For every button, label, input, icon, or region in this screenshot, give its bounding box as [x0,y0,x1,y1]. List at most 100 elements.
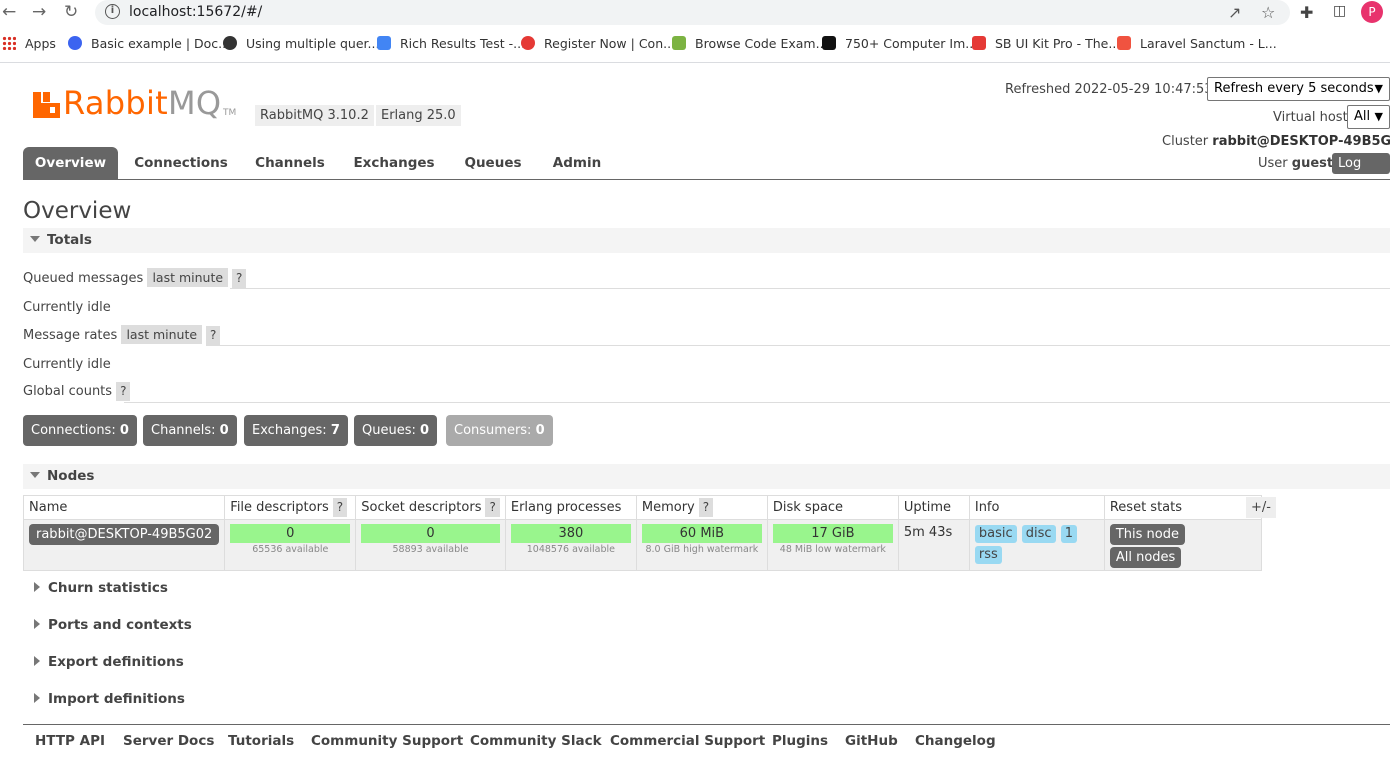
share-icon[interactable]: ↗ [1228,3,1241,22]
star-icon[interactable]: ☆ [1261,3,1275,22]
bookmark-item[interactable]: Register Now | Con... [521,36,675,51]
bookmark-apps[interactable]: Apps [2,36,56,51]
extensions-icon[interactable]: ✚ [1300,3,1313,22]
ports-contexts-toggle[interactable]: Ports and contexts [23,617,192,633]
connections-count-button[interactable]: Connections: 0 [23,415,137,446]
footer-link-github[interactable]: GitHub [845,733,898,749]
queued-idle-text: Currently idle [23,300,111,315]
erlang-processes-cell: 380 1048576 available [504,519,637,571]
rates-range-button[interactable]: last minute [121,325,203,344]
favicon-icon [377,36,391,50]
channels-count-button[interactable]: Channels: 0 [143,415,237,446]
help-icon[interactable]: ? [116,382,131,401]
vhost-select[interactable]: All ▼ [1347,105,1390,129]
column-header: Reset stats [1103,495,1262,520]
tab-overview[interactable]: Overview [23,147,118,179]
footer-link-community-slack[interactable]: Community Slack [470,733,602,749]
bookmark-item[interactable]: 750+ Computer Im... [822,36,977,51]
divider [230,288,1390,289]
help-icon[interactable]: ? [698,498,714,517]
site-info-icon[interactable]: i [105,4,120,19]
nodes-table: Name File descriptors? Socket descriptor… [22,495,1262,571]
favicon-icon [521,36,535,50]
favicon-icon [822,36,836,50]
rabbitmq-logo-icon [33,92,60,118]
footer-link-server-docs[interactable]: Server Docs [123,733,214,749]
bookmarks-bar: Apps Basic example | Doc... Using multip… [0,32,1390,56]
help-icon[interactable]: ? [332,498,348,517]
forward-icon[interactable]: → [32,3,46,21]
info-badge: basic [974,525,1017,543]
rates-idle-text: Currently idle [23,357,111,372]
message-rates-row: Message rates last minute? [23,325,221,345]
reset-all-nodes-button[interactable]: All nodes [1109,547,1182,568]
footer-link-http-api[interactable]: HTTP API [35,733,105,749]
bookmark-item[interactable]: SB UI Kit Pro - The... [972,36,1120,51]
favicon-icon [1117,36,1131,50]
import-definitions-toggle[interactable]: Import definitions [23,691,185,707]
queued-range-button[interactable]: last minute [147,268,229,287]
tab-queues[interactable]: Queues [456,147,530,179]
tab-exchanges[interactable]: Exchanges [348,147,440,179]
column-header: Memory? [635,495,768,520]
info-badge: 1 [1060,525,1077,543]
help-icon[interactable]: ? [232,269,247,288]
exchanges-count-button[interactable]: Exchanges: 7 [244,415,348,446]
triangle-right-icon [34,582,40,592]
main-tabs: Overview Connections Channels Exchanges … [23,147,1390,180]
tab-admin[interactable]: Admin [543,147,611,179]
footer-link-commercial-support[interactable]: Commercial Support [610,733,765,749]
queues-count-button[interactable]: Queues: 0 [354,415,438,446]
footer-link-plugins[interactable]: Plugins [772,733,828,749]
tab-channels[interactable]: Channels [248,147,332,179]
table-row: rabbit@DESKTOP-49B5G02 0 65536 available … [22,519,1262,571]
back-icon[interactable]: ← [2,3,16,21]
tab-connections[interactable]: Connections [126,147,236,179]
disk-space-bar: 17 GiB [772,524,893,543]
reload-icon[interactable]: ↻ [64,3,78,21]
triangle-down-icon [30,236,40,242]
bookmark-item[interactable]: Laravel Sanctum - L... [1117,36,1277,51]
erlang-version-badge: Erlang 25.0 [376,105,461,126]
column-header: Name [22,495,226,520]
triangle-down-icon [30,472,40,478]
triangle-right-icon [34,656,40,666]
consumers-count-button[interactable]: Consumers: 0 [446,415,553,446]
nodes-section-toggle[interactable]: Nodes [23,464,1390,489]
node-name-link[interactable]: rabbit@DESKTOP-49B5G02 [29,524,220,545]
socket-descriptors-cell: 0 58893 available [355,519,506,571]
totals-section-toggle[interactable]: Totals [23,228,1390,253]
rabbitmq-version-badge: RabbitMQ 3.10.2 [255,105,374,126]
side-panel-icon[interactable]: ◫ [1333,3,1346,19]
footer-link-changelog[interactable]: Changelog [915,733,996,749]
churn-statistics-toggle[interactable]: Churn statistics [23,580,168,596]
apps-grid-icon [2,36,16,50]
file-descriptors-bar: 0 [230,524,351,543]
address-bar[interactable]: i localhost:15672/#/ ↗ ☆ [95,0,1290,25]
reset-this-node-button[interactable]: This node [1109,524,1185,545]
refresh-interval-select[interactable]: Refresh every 5 seconds ▼ [1207,77,1390,101]
column-header: Disk space [766,495,899,520]
column-header: Uptime [897,495,970,520]
favicon-icon [223,36,237,50]
help-icon[interactable]: ? [485,498,500,517]
footer-link-community-support[interactable]: Community Support [311,733,463,749]
footer-link-tutorials[interactable]: Tutorials [228,733,294,749]
bookmark-item[interactable]: Using multiple quer... [223,36,379,51]
column-header: Erlang processes [504,495,637,520]
bookmark-item[interactable]: Basic example | Doc... [68,36,230,51]
bookmark-item[interactable]: Rich Results Test -... [377,36,525,51]
bookmark-item[interactable]: Browse Code Exam... [672,36,828,51]
columns-toggle-button[interactable]: +/- [1246,497,1276,518]
favicon-icon [672,36,686,50]
info-cell: basic disc 1 rss [968,519,1105,571]
footer: HTTP API Server Docs Tutorials Community… [23,724,1390,764]
table-header-row: Name File descriptors? Socket descriptor… [22,495,1262,520]
global-counts-row: Global counts? [23,382,131,401]
favicon-icon [68,36,82,50]
export-definitions-toggle[interactable]: Export definitions [23,654,184,670]
file-descriptors-cell: 0 65536 available [224,519,357,571]
help-icon[interactable]: ? [206,326,221,345]
profile-avatar[interactable]: P [1361,1,1383,23]
chevron-down-icon: ▼ [1374,82,1383,95]
